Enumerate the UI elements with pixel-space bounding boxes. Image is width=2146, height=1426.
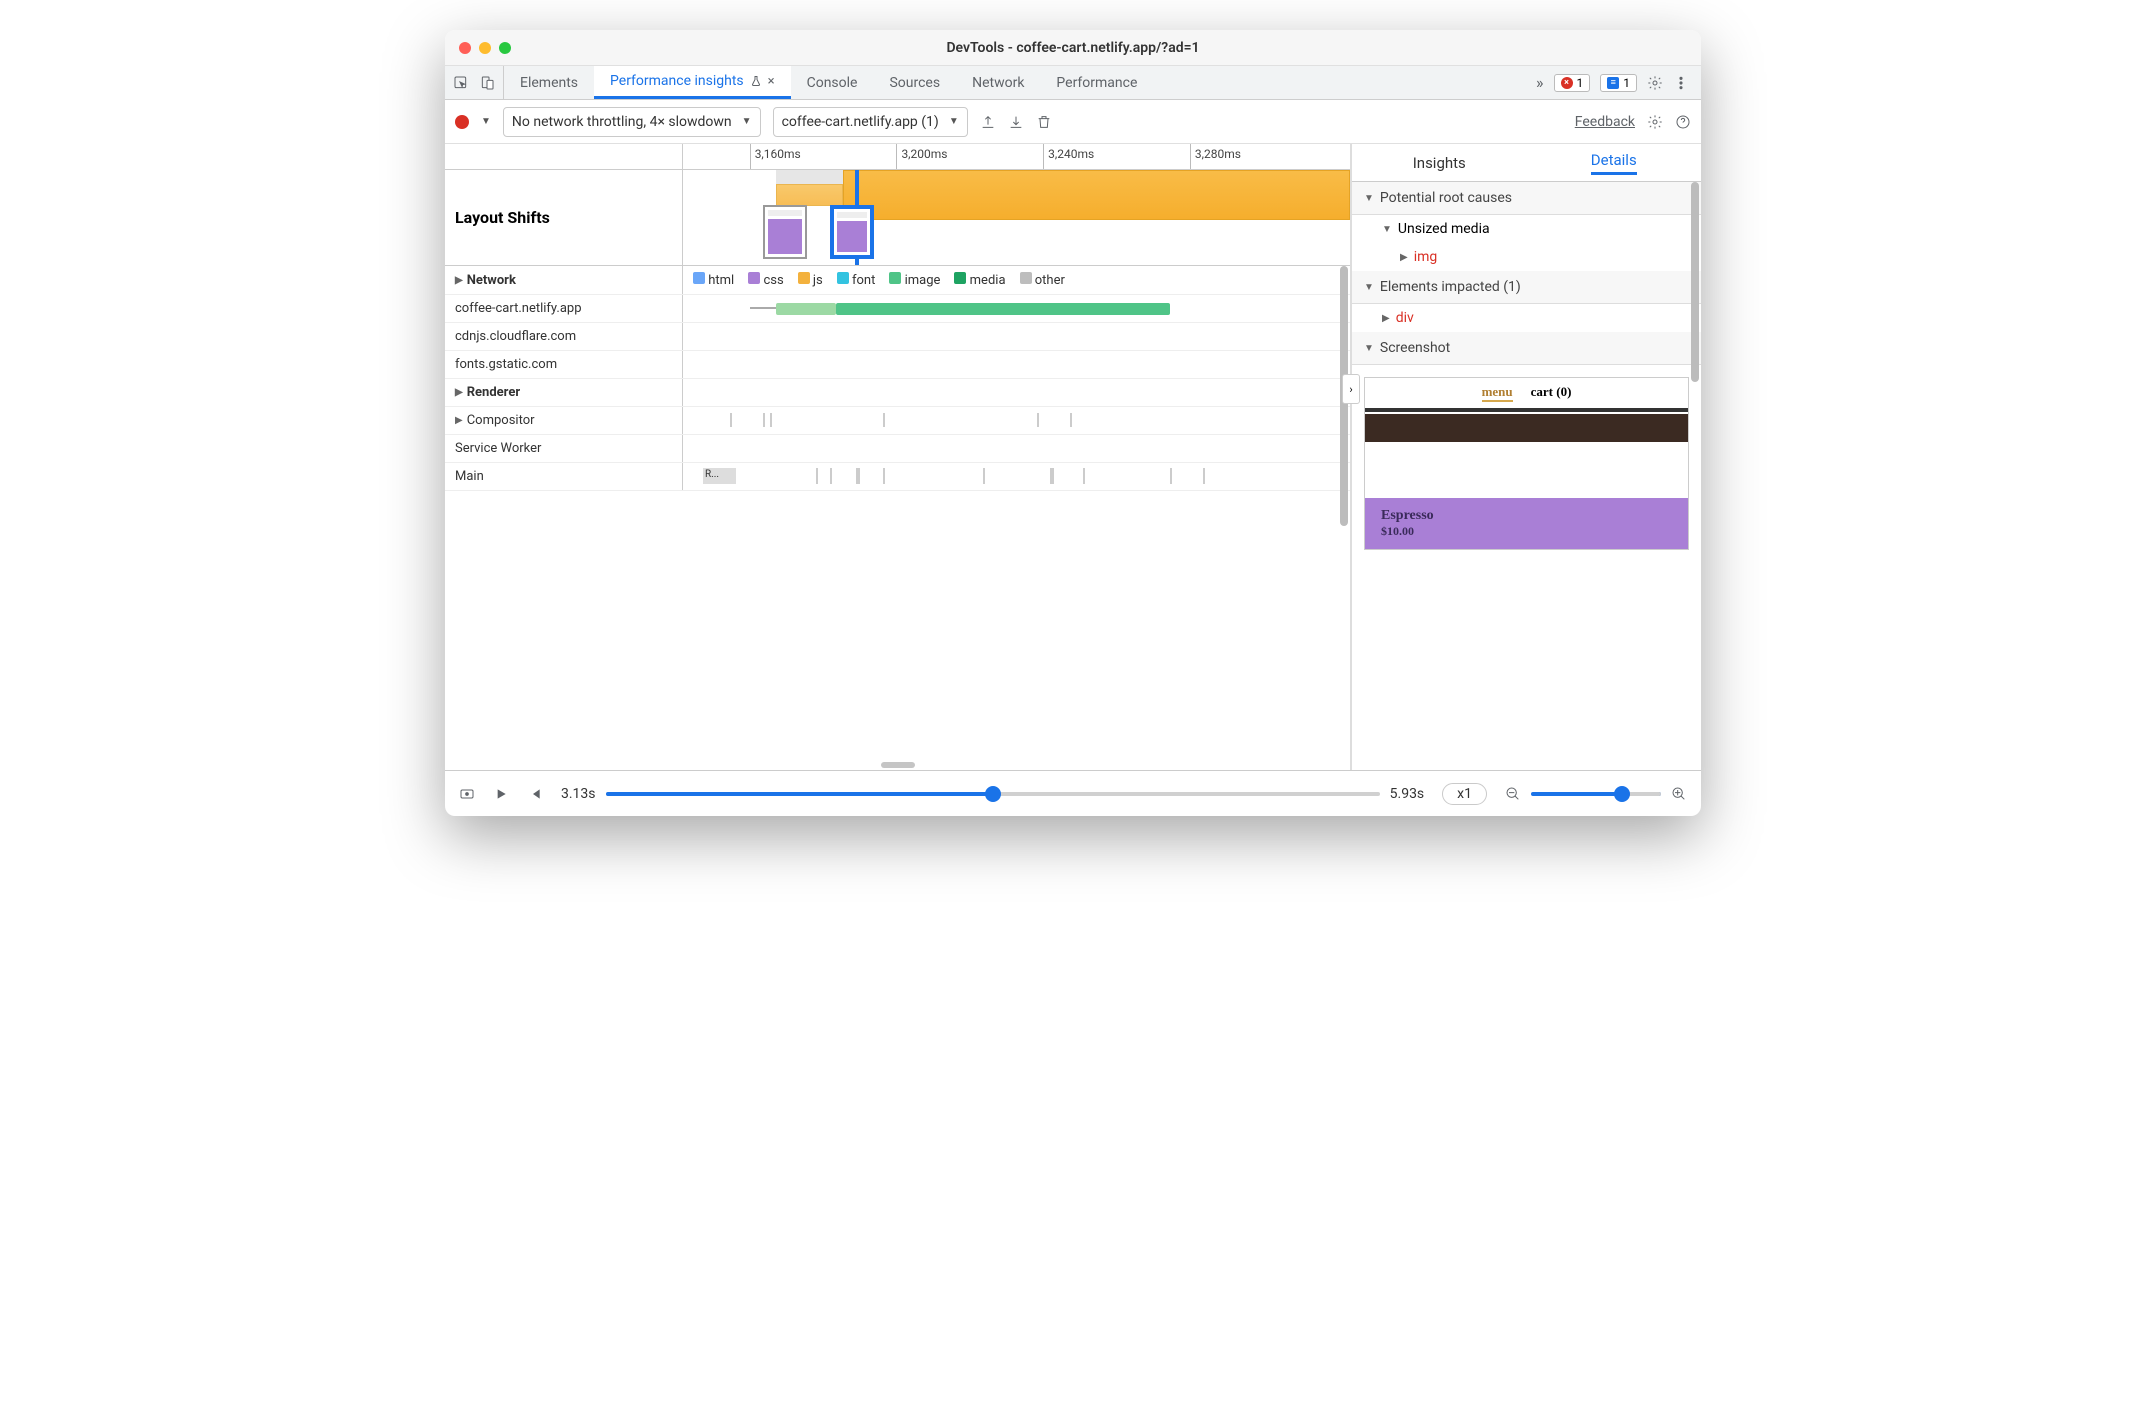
time-slider[interactable] <box>606 792 1380 796</box>
network-track-header[interactable]: Network html css js font image media oth… <box>445 266 1350 295</box>
time-start: 3.13s <box>561 786 596 802</box>
network-host-row[interactable]: fonts.gstatic.com <box>445 351 1350 379</box>
preview-toggle-icon[interactable] <box>459 786 475 802</box>
kebab-menu-icon[interactable] <box>1673 75 1689 91</box>
main-thread-row[interactable]: Main R... <box>445 463 1350 491</box>
main-content: 3,160ms 3,200ms 3,240ms 3,280ms Layout S… <box>445 144 1701 770</box>
tab-elements[interactable]: Elements <box>504 66 594 99</box>
layout-shift-thumbnail[interactable] <box>763 205 807 259</box>
skip-back-icon[interactable] <box>527 786 543 802</box>
messages-badge[interactable]: ≡1 <box>1600 74 1637 92</box>
tab-performance-insights[interactable]: Performance insights × <box>594 66 791 99</box>
play-icon[interactable] <box>493 786 509 802</box>
insights-toolbar: ▼ No network throttling, 4× slowdown▼ co… <box>445 100 1701 144</box>
delete-icon[interactable] <box>1036 114 1052 130</box>
devtools-window: DevTools - coffee-cart.netlify.app/?ad=1… <box>445 30 1701 816</box>
details-pane: › Insights Details Potential root causes… <box>1351 144 1701 770</box>
tab-sources[interactable]: Sources <box>873 66 956 99</box>
record-dropdown-icon[interactable]: ▼ <box>481 116 491 127</box>
details-scrollbar[interactable] <box>1691 182 1699 382</box>
network-host-row[interactable]: coffee-cart.netlify.app <box>445 295 1350 323</box>
window-title: DevTools - coffee-cart.netlify.app/?ad=1 <box>445 40 1701 56</box>
help-icon[interactable] <box>1675 114 1691 130</box>
network-host-row[interactable]: cdnjs.cloudflare.com <box>445 323 1350 351</box>
screenshot-preview: menucart (0) Espresso $10.00 <box>1364 377 1689 550</box>
titlebar: DevTools - coffee-cart.netlify.app/?ad=1 <box>445 30 1701 66</box>
zoom-in-icon[interactable] <box>1671 786 1687 802</box>
zoom-slider[interactable] <box>1531 792 1661 796</box>
root-cause-element-img[interactable]: img <box>1352 243 1701 271</box>
device-toggle-icon[interactable] <box>479 75 495 91</box>
main-tabbar: Elements Performance insights × Console … <box>445 66 1701 100</box>
throttling-select[interactable]: No network throttling, 4× slowdown▼ <box>503 107 761 137</box>
tab-insights[interactable]: Insights <box>1352 144 1527 181</box>
record-button[interactable] <box>455 115 469 129</box>
maximize-window-button[interactable] <box>499 42 511 54</box>
ruler-tick: 3,280ms <box>1190 144 1245 169</box>
time-ruler[interactable]: 3,160ms 3,200ms 3,240ms 3,280ms <box>445 144 1350 170</box>
renderer-track-header[interactable]: Renderer <box>445 379 1350 407</box>
tab-details[interactable]: Details <box>1527 144 1702 181</box>
errors-badge[interactable]: ×1 <box>1554 74 1591 92</box>
export-icon[interactable] <box>980 114 996 130</box>
ruler-tick: 3,200ms <box>896 144 951 169</box>
section-elements-impacted[interactable]: Elements impacted (1) <box>1352 271 1701 304</box>
close-tab-icon[interactable]: × <box>768 74 775 89</box>
layout-shifts-label: Layout Shifts <box>445 170 683 265</box>
zoom-out-icon[interactable] <box>1505 786 1521 802</box>
inspect-element-icon[interactable] <box>453 75 469 91</box>
experiment-flask-icon <box>750 75 762 87</box>
section-root-causes[interactable]: Potential root causes <box>1352 182 1701 215</box>
timeline-pane: 3,160ms 3,200ms 3,240ms 3,280ms Layout S… <box>445 144 1351 770</box>
root-cause-unsized-media[interactable]: Unsized media <box>1352 215 1701 243</box>
network-legend: html css js font image media other <box>683 266 1350 294</box>
close-window-button[interactable] <box>459 42 471 54</box>
feedback-link[interactable]: Feedback <box>1575 114 1635 130</box>
ruler-tick: 3,240ms <box>1043 144 1098 169</box>
layout-shift-thumbnail-selected[interactable] <box>830 205 874 259</box>
panel-settings-gear-icon[interactable] <box>1647 114 1663 130</box>
time-end: 5.93s <box>1390 786 1425 802</box>
import-icon[interactable] <box>1008 114 1024 130</box>
service-worker-row[interactable]: Service Worker <box>445 435 1350 463</box>
impacted-element-div[interactable]: div <box>1352 304 1701 332</box>
tab-network[interactable]: Network <box>956 66 1040 99</box>
section-screenshot[interactable]: Screenshot <box>1352 332 1701 365</box>
compositor-row[interactable]: Compositor <box>445 407 1350 435</box>
playback-footer: 3.13s 5.93s x1 <box>445 770 1701 816</box>
window-controls <box>445 42 511 54</box>
minimize-window-button[interactable] <box>479 42 491 54</box>
playback-speed[interactable]: x1 <box>1442 783 1487 805</box>
tracks-area: Network html css js font image media oth… <box>445 266 1350 760</box>
tab-performance[interactable]: Performance <box>1040 66 1153 99</box>
layout-shifts-track: Layout Shifts <box>445 170 1350 266</box>
horizontal-scrollbar[interactable] <box>445 760 1350 770</box>
ruler-tick: 3,160ms <box>750 144 805 169</box>
settings-gear-icon[interactable] <box>1647 75 1663 91</box>
recording-select[interactable]: coffee-cart.netlify.app (1)▼ <box>773 107 968 137</box>
layout-shifts-lane[interactable] <box>683 170 1350 265</box>
more-tabs-button[interactable]: » <box>1536 73 1544 92</box>
tab-console[interactable]: Console <box>791 66 874 99</box>
